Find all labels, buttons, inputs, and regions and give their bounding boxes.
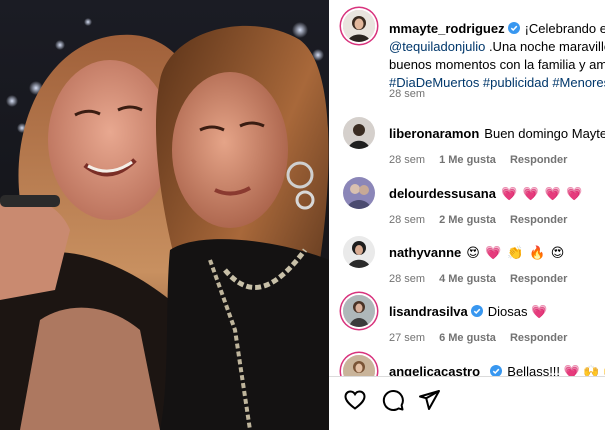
verified-badge-icon [507,21,520,34]
reply-button[interactable]: Responder [510,332,567,344]
comment-time: 28 sem [389,273,426,285]
commenter-avatar[interactable] [343,177,375,209]
comment-text: 💗 💗 💗 💗 [500,186,584,201]
commenter-avatar[interactable] [343,295,375,327]
mention-link[interactable]: @tequiladonjulio [389,39,485,54]
comment-text: Buen domingo Mayte [484,126,605,141]
comment-text: 😍 💗 👏 🔥 😍 [466,245,566,260]
comment-likes[interactable]: 4 Me gusta [439,273,496,285]
comment-likes[interactable]: 2 Me gusta [439,214,496,226]
reply-button[interactable]: Responder [510,273,567,285]
comment-text: Bellass!!! 💗 🙌 🙌 💗 [507,364,605,376]
comment-likes[interactable]: 6 Me gusta [439,332,496,344]
author-username[interactable]: mmayte_rodriguez [389,21,505,36]
reply-button[interactable]: Responder [510,214,567,226]
comment-username[interactable]: liberonaramon [389,126,479,141]
caption-line-1: ¡Celebrando el D [524,21,605,36]
photo-illustration [0,18,329,430]
actions-divider [329,376,605,377]
heart-icon[interactable] [343,388,369,414]
author-avatar[interactable] [343,10,375,42]
caption-body: mmayte_rodriguez ¡Celebrando el D @tequil… [389,20,605,92]
comment-time: 28 sem [389,214,426,226]
share-icon[interactable] [417,388,443,414]
comment-likes[interactable]: 1 Me gusta [439,154,496,166]
comment-username[interactable]: nathyvanne [389,245,461,260]
verified-badge-icon [490,365,503,376]
commenter-avatar[interactable] [343,236,375,268]
verified-badge-icon [470,305,483,317]
comment-time: 27 sem [389,332,426,344]
comment-time: 28 sem [389,154,426,166]
commenter-avatar[interactable] [343,117,375,149]
commenter-avatar[interactable] [343,355,375,376]
comment-text: Diosas 💗 [487,304,548,319]
comment-username[interactable]: lisandrasilva [389,304,468,319]
comment-username[interactable]: angelicacastro_ [389,364,487,376]
caption-line-2: .Una noche maravillo [485,39,605,54]
caption-line-3: buenos momentos con la familia y ami [389,57,605,72]
comments-panel: mmayte_rodriguez ¡Celebrando el D @tequil… [329,0,605,430]
comment-username[interactable]: delourdessusana [389,186,496,201]
comment-icon[interactable] [381,388,407,414]
comments-list[interactable]: mmayte_rodriguez ¡Celebrando el D @tequil… [329,0,605,376]
post-photo [0,0,329,430]
caption-time: 28 sem [389,88,426,100]
reply-button[interactable]: Responder [510,154,567,166]
